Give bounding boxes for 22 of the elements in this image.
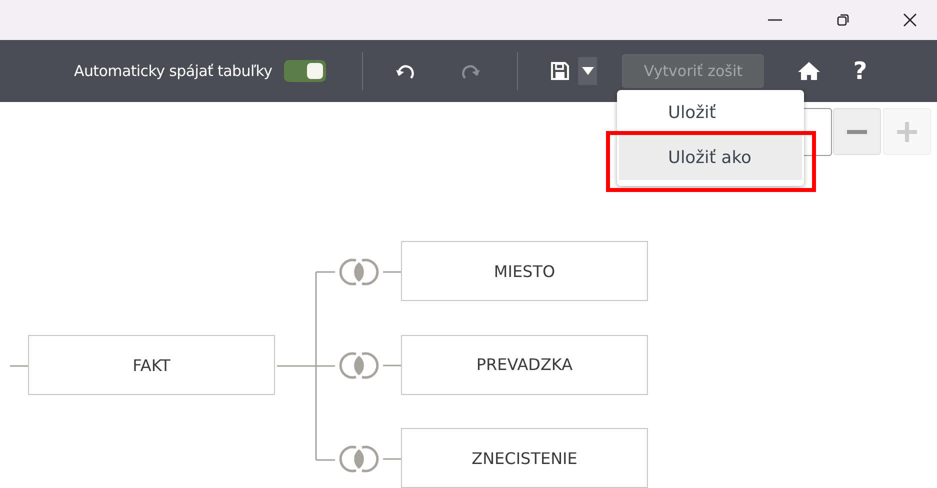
table-node[interactable]: FAKT bbox=[28, 335, 275, 395]
minus-icon bbox=[847, 130, 867, 134]
maximize-icon[interactable] bbox=[835, 12, 851, 28]
table-node[interactable]: MIESTO bbox=[401, 241, 648, 301]
connector-line bbox=[10, 365, 28, 367]
caret-icon bbox=[582, 67, 594, 75]
table-node[interactable]: ZNECISTENIE bbox=[401, 428, 648, 488]
connector-line bbox=[383, 271, 401, 273]
help-button[interactable]: ? bbox=[853, 57, 868, 85]
close-icon[interactable] bbox=[902, 12, 918, 28]
connector-line bbox=[383, 364, 401, 366]
auto-join-label: Automaticky spájať tabuľky bbox=[74, 62, 272, 80]
zoom-out-button[interactable] bbox=[833, 108, 881, 155]
home-icon[interactable] bbox=[798, 61, 820, 81]
menu-item[interactable]: Uložiť bbox=[617, 90, 804, 135]
table-node[interactable]: PREVADZKA bbox=[401, 334, 648, 394]
menu-item[interactable]: Uložiť ako bbox=[619, 135, 802, 180]
plus-icon bbox=[897, 122, 917, 142]
save-dropdown-button[interactable] bbox=[578, 57, 598, 85]
save-icon[interactable] bbox=[550, 61, 570, 81]
auto-join-toggle[interactable] bbox=[284, 60, 326, 82]
connector-line bbox=[383, 458, 401, 460]
